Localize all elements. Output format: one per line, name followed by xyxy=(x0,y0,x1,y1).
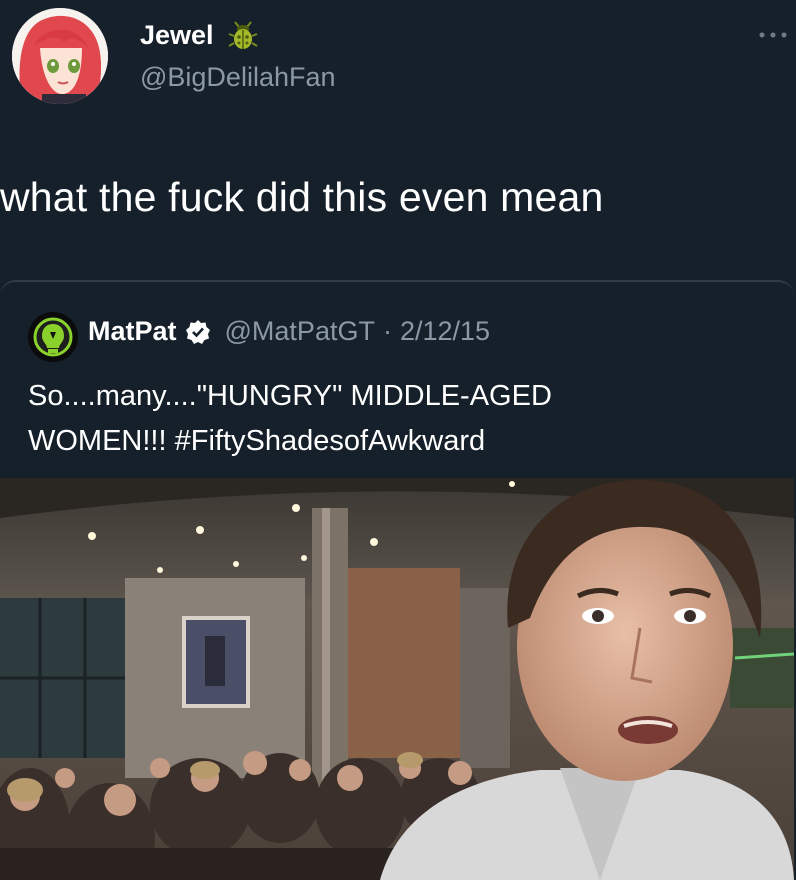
quoted-author-handle[interactable]: @MatPatGT xyxy=(225,316,375,347)
author-name-row: Jewel xyxy=(140,18,260,52)
meta-separator: · xyxy=(382,316,392,346)
author-display-name[interactable]: Jewel xyxy=(140,20,214,51)
quoted-author-avatar[interactable] xyxy=(28,312,78,362)
author-handle[interactable]: @BigDelilahFan xyxy=(140,62,336,93)
quoted-tweet-photo[interactable] xyxy=(0,478,794,880)
tweet-card: Jewel @BigDelilahFan what the fuck did t… xyxy=(0,0,796,880)
more-options-icon[interactable] xyxy=(756,28,790,42)
quoted-tweet[interactable]: MatPat @MatPatGT · 2/12/15 So....many...… xyxy=(0,280,794,880)
verified-badge-icon xyxy=(185,319,211,345)
tweet-body-text: what the fuck did this even mean xyxy=(0,174,604,220)
quoted-author-name[interactable]: MatPat xyxy=(88,316,177,347)
author-avatar[interactable] xyxy=(12,8,108,104)
quoted-tweet-header: MatPat @MatPatGT · 2/12/15 xyxy=(88,316,490,347)
quoted-text-line-2: WOMEN!!! #FiftyShadesofAwkward xyxy=(28,425,486,457)
beetle-emoji-icon xyxy=(226,18,260,52)
quoted-text-line-1: So....many...."HUNGRY" MIDDLE-AGED xyxy=(28,380,552,412)
quoted-tweet-date[interactable]: 2/12/15 xyxy=(400,316,490,347)
quoted-tweet-text: So....many...."HUNGRY" MIDDLE-AGED WOMEN… xyxy=(28,374,768,464)
